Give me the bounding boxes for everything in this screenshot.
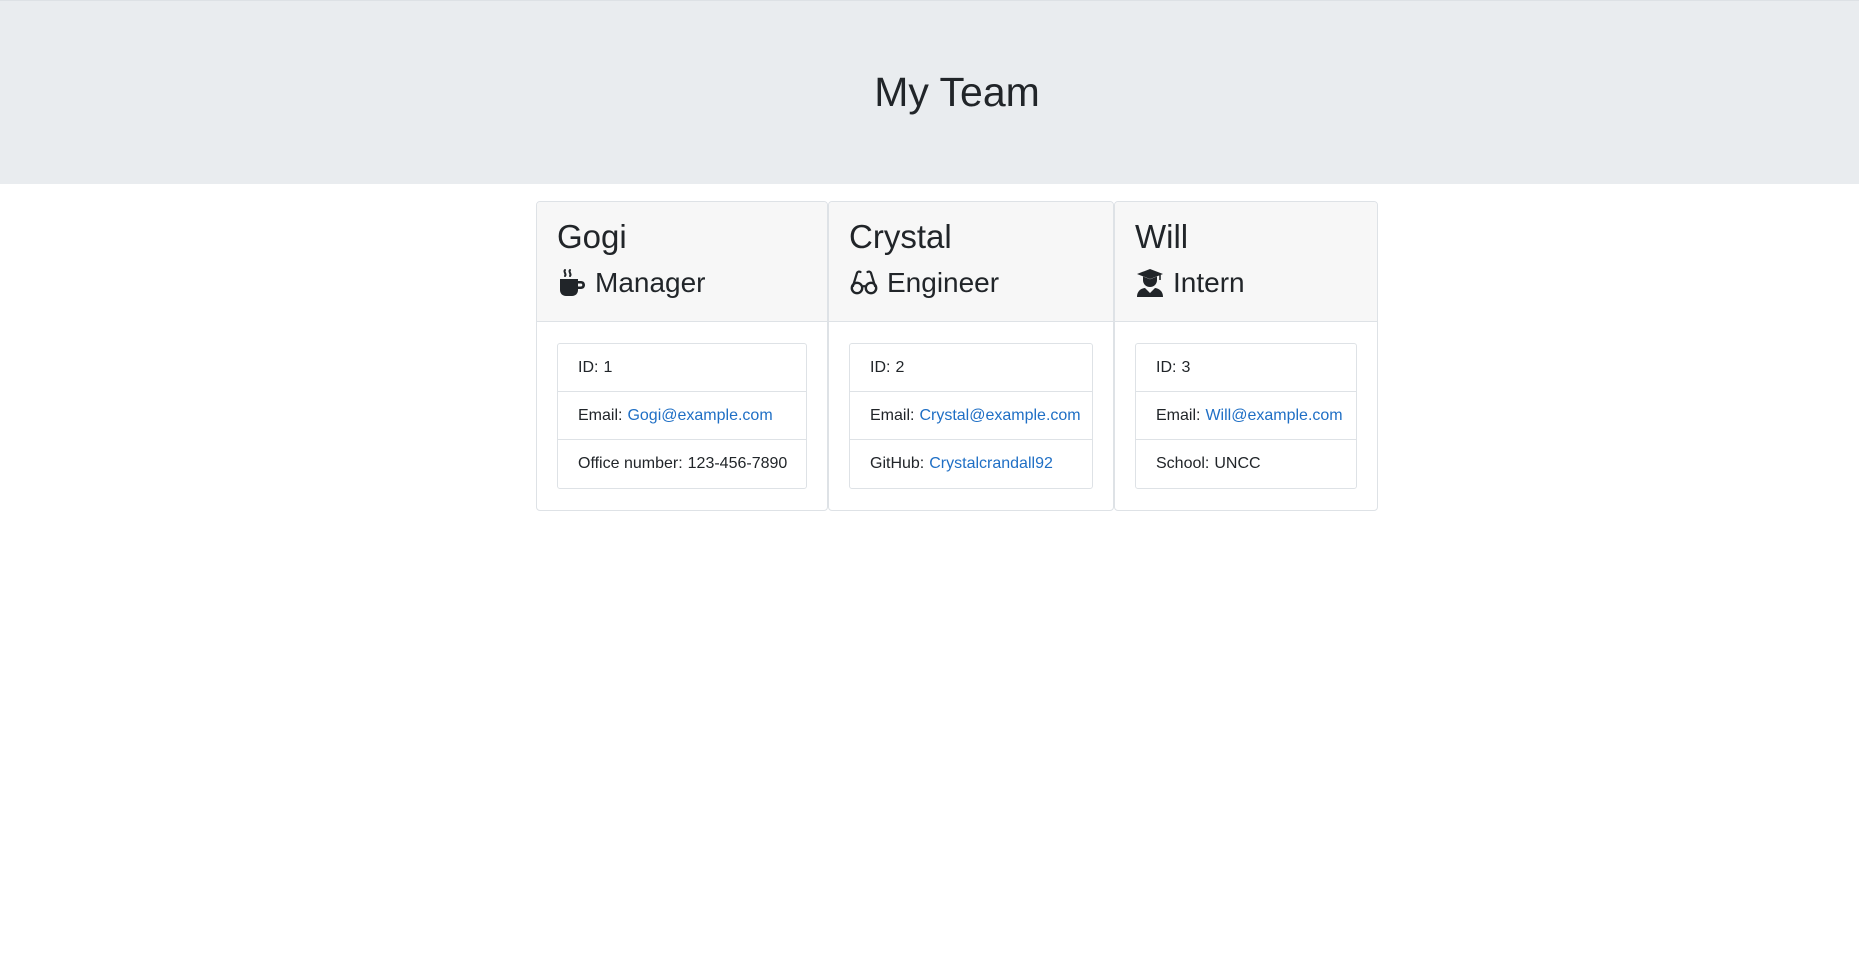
employee-role: Manager <box>557 264 706 302</box>
employee-name: Gogi <box>557 218 627 255</box>
role-label: Intern <box>1173 267 1245 298</box>
office-number-value: 123-456-7890 <box>687 455 788 472</box>
list-item-email: Email: Gogi@example.com <box>558 392 806 440</box>
page-header: My Team <box>0 0 1859 184</box>
id-value: 2 <box>895 358 905 376</box>
list-item-id: ID: 3 <box>1136 344 1356 392</box>
employee-name: Crystal <box>849 218 952 255</box>
email-label: Email: <box>578 406 623 424</box>
card-header: Gogi Manager <box>537 202 827 322</box>
employee-name: Will <box>1135 218 1189 255</box>
github-link[interactable]: Crystalcrandall92 <box>929 455 1053 473</box>
role-label: Engineer <box>887 267 1000 298</box>
school-label: School: <box>1156 455 1210 472</box>
email-link[interactable]: Crystal@example.com <box>919 407 1080 425</box>
list-item-github: GitHub: Crystalcrandall92 <box>850 440 1092 488</box>
list-item-school: School: UNCC <box>1136 440 1356 488</box>
card-header: Will Intern <box>1115 202 1377 322</box>
employee-card-manager: Gogi Manager ID: 1 Email: Gogi@example.c… <box>536 201 828 511</box>
email-label: Email: <box>870 406 915 424</box>
employee-card-engineer: Crystal Engineer ID: 2 Email: Crystal@ex… <box>828 201 1114 511</box>
glasses-icon <box>849 268 879 298</box>
email-link[interactable]: Will@example.com <box>1205 407 1342 425</box>
email-label: Email: <box>1156 406 1201 424</box>
employee-details: ID: 1 Email: Gogi@example.com Office num… <box>557 343 807 489</box>
card-header: Crystal Engineer <box>829 202 1113 322</box>
list-item-id: ID: 1 <box>558 344 806 392</box>
school-value: UNCC <box>1214 455 1261 472</box>
employee-details: ID: 2 Email: Crystal@example.com GitHub:… <box>849 343 1093 489</box>
list-item-office: Office number: 123-456-7890 <box>558 440 806 488</box>
graduate-icon <box>1135 268 1165 298</box>
id-value: 1 <box>603 358 613 376</box>
page-title: My Team <box>874 69 1040 115</box>
list-item-id: ID: 2 <box>850 344 1092 392</box>
id-value: 3 <box>1181 358 1191 376</box>
email-link[interactable]: Gogi@example.com <box>627 407 772 425</box>
id-label: ID: <box>1156 358 1177 376</box>
employee-role: Engineer <box>849 264 999 302</box>
coffee-mug-icon <box>557 268 587 298</box>
id-label: ID: <box>578 358 599 376</box>
employee-card-intern: Will Intern ID: 3 Email: Will@example.co… <box>1114 201 1378 511</box>
list-item-email: Email: Will@example.com <box>1136 392 1356 440</box>
list-item-email: Email: Crystal@example.com <box>850 392 1092 440</box>
role-label: Manager <box>595 267 706 298</box>
office-number-label: Office number: <box>578 455 683 472</box>
github-label: GitHub: <box>870 455 925 472</box>
employee-details: ID: 3 Email: Will@example.com School: UN… <box>1135 343 1357 489</box>
id-label: ID: <box>870 358 891 376</box>
employee-role: Intern <box>1135 264 1245 302</box>
